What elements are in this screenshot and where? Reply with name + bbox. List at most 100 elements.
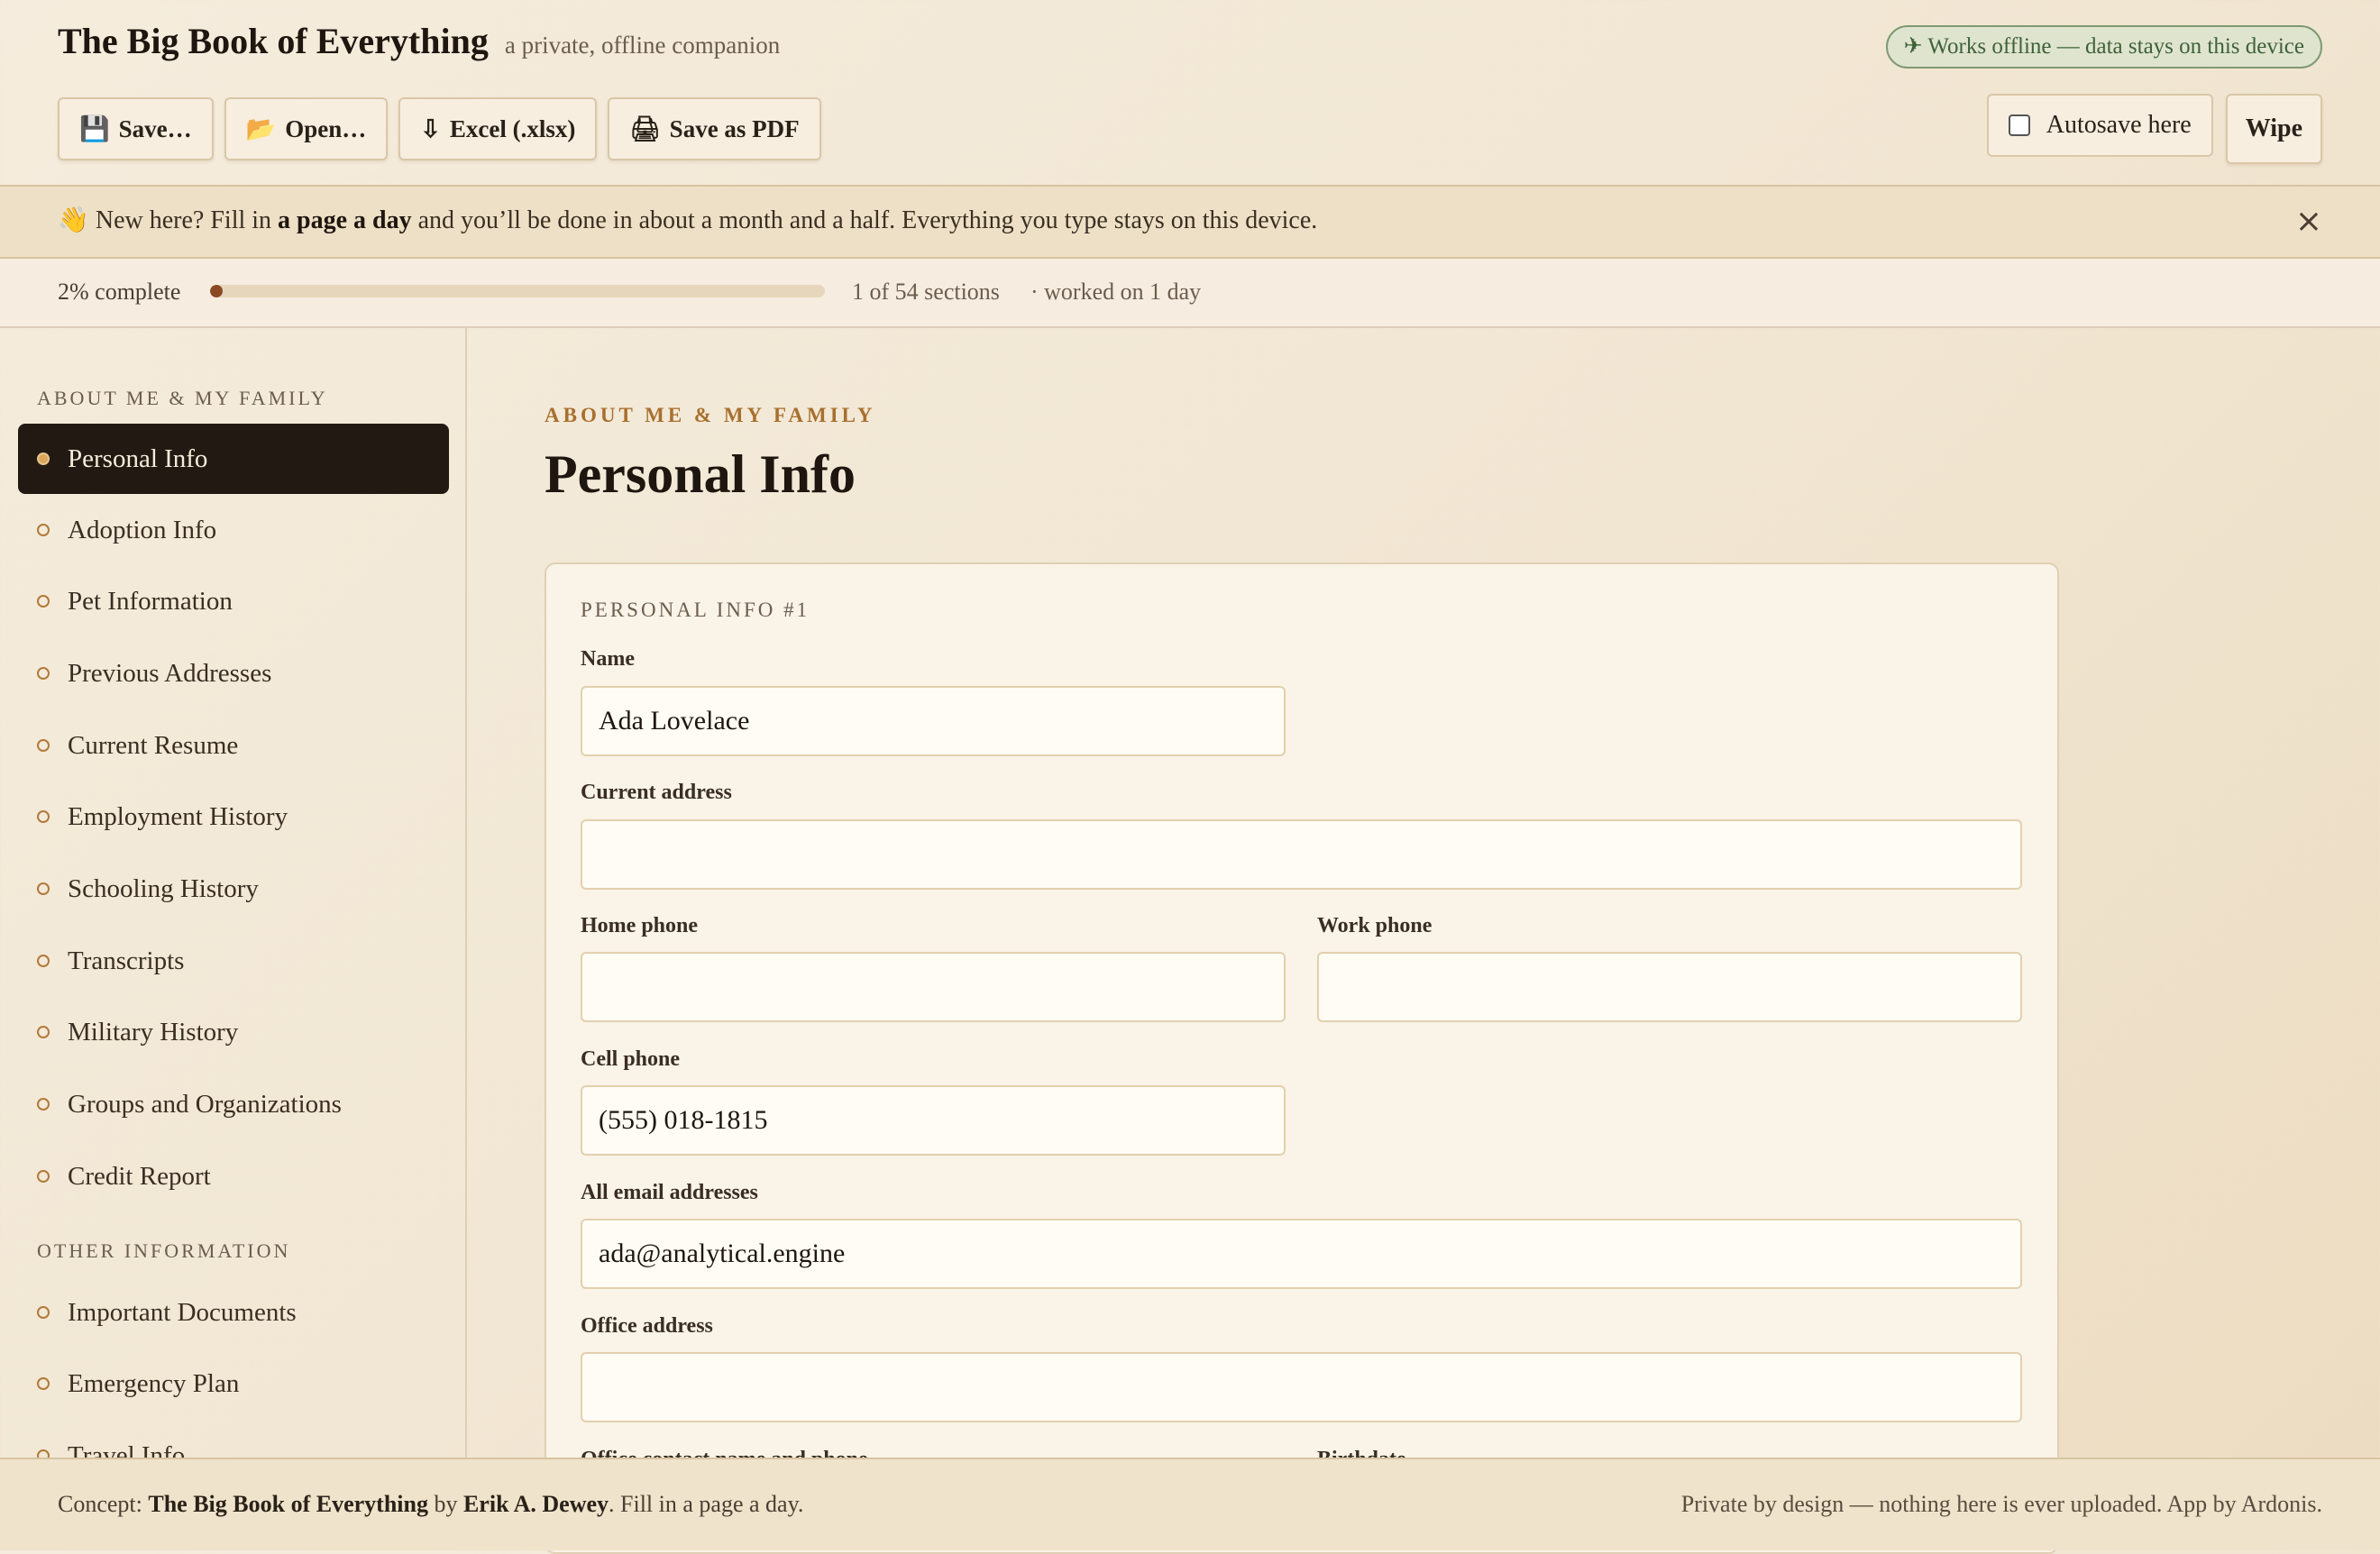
sidebar-item-label: Travel Info [68, 1440, 186, 1458]
open-button[interactable]: 📂 Open… [224, 97, 389, 160]
banner-text-before: New here? Fill in [95, 206, 279, 234]
circle-icon [37, 1170, 50, 1183]
sidebar-item-label: Transcripts [68, 946, 185, 975]
sidebar-item-label: Personal Info [68, 443, 208, 473]
circle-icon [37, 739, 50, 752]
sidebar-item-emergency-plan[interactable]: Emergency Plan [18, 1348, 449, 1419]
app-subtitle: a private, offline companion [504, 32, 781, 59]
sidebar-item-label: Pet Information [68, 586, 233, 616]
autosave-checkbox[interactable] [2008, 114, 2030, 136]
sidebar-item-schooling-history[interactable]: Schooling History [18, 854, 449, 924]
footer-suffix: . Fill in a page a day. [609, 1491, 804, 1517]
sidebar-group-title: ABOUT ME & MY FAMILY [37, 387, 328, 409]
offline-status-badge: ✈ Works offline — data stays on this dev… [1885, 25, 2322, 69]
app-title: The Big Book of Everything [58, 21, 489, 61]
app-footer: Concept: The Big Book of Everything by E… [0, 1458, 2380, 1550]
save-pdf-label: Save as PDF [669, 114, 800, 142]
sidebar-item-pet-information[interactable]: Pet Information [18, 566, 449, 636]
sidebar-item-adoption-info[interactable]: Adoption Info [18, 495, 449, 565]
right-tools: Autosave here Wipe [1986, 94, 2322, 164]
work-phone-input[interactable] [1317, 952, 2022, 1022]
days-worked: · worked on 1 day [1030, 279, 1202, 305]
card-title: PERSONAL INFO #1 [581, 599, 810, 621]
app-header: The Big Book of Everything a private, of… [0, 0, 2380, 185]
download-arrow-icon: ⇩ [420, 114, 441, 142]
file-toolbar: 💾 Save… 📂 Open… ⇩ Excel (.xlsx) 🖨 Save a… [58, 97, 821, 160]
printer-icon: 🖨 [629, 115, 661, 142]
sidebar-item-label: Current Resume [68, 730, 239, 760]
circle-icon [37, 667, 50, 680]
save-button-label: Save… [118, 114, 192, 142]
section-kicker: ABOUT ME & MY FAMILY [545, 404, 876, 426]
sidebar-item-military-history[interactable]: Military History [18, 997, 449, 1067]
office-address-label: Office address [581, 1314, 713, 1338]
welcome-message: 👋 New here? Fill in a page a day and you… [58, 205, 1317, 235]
open-folder-icon: 📂 [245, 115, 277, 142]
footer-by: by [427, 1491, 463, 1517]
wave-emoji-icon: 👋 [58, 206, 89, 234]
sidebar-item-label: Previous Addresses [68, 658, 272, 688]
sidebar-item-label: Schooling History [68, 873, 259, 903]
sidebar-item-credit-report[interactable]: Credit Report [18, 1141, 449, 1211]
circle-icon [37, 524, 50, 536]
home-phone-label: Home phone [581, 914, 699, 937]
sidebar-item-label: Emergency Plan [68, 1368, 240, 1398]
sidebar-item-employment-history[interactable]: Employment History [18, 782, 449, 852]
home-phone-input[interactable] [581, 952, 1286, 1022]
sidebar-item-travel-info[interactable]: Travel Info [18, 1421, 449, 1458]
sidebar-item-current-resume[interactable]: Current Resume [18, 710, 449, 781]
current-address-label: Current address [581, 781, 732, 804]
wipe-button[interactable]: Wipe [2225, 94, 2322, 164]
cell-phone-label: Cell phone [581, 1047, 681, 1071]
footer-concept-prefix: Concept: [58, 1491, 149, 1517]
sidebar-item-groups-and-organizations[interactable]: Groups and Organizations [18, 1069, 449, 1139]
emails-label: All email addresses [581, 1181, 758, 1204]
excel-export-button[interactable]: ⇩ Excel (.xlsx) [398, 97, 598, 160]
sidebar-item-label: Groups and Organizations [68, 1089, 342, 1119]
percent-complete: 2% complete [58, 279, 181, 305]
footer-credit: Concept: The Big Book of Everything by E… [58, 1491, 803, 1518]
close-icon[interactable]: × [2295, 203, 2322, 240]
circle-icon [37, 595, 50, 608]
open-button-label: Open… [285, 114, 367, 142]
sidebar: ABOUT ME & MY FAMILY Personal Info Adopt… [0, 328, 467, 1458]
welcome-banner: 👋 New here? Fill in a page a day and you… [0, 185, 2380, 259]
office-address-input[interactable] [581, 1352, 2022, 1422]
progress-bar [210, 285, 825, 297]
name-label: Name [581, 647, 635, 671]
footer-author: Erik A. Dewey [462, 1491, 609, 1517]
sidebar-item-personal-info[interactable]: Personal Info [18, 424, 449, 494]
circle-icon [37, 1449, 50, 1458]
sidebar-item-transcripts[interactable]: Transcripts [18, 926, 449, 996]
current-address-input[interactable] [581, 819, 2022, 890]
sidebar-item-previous-addresses[interactable]: Previous Addresses [18, 638, 449, 708]
brand: The Big Book of Everything a private, of… [58, 20, 780, 62]
footer-book-title: The Big Book of Everything [148, 1491, 428, 1517]
footer-privacy-note: Private by design — nothing here is ever… [1680, 1491, 2322, 1517]
banner-text-bold: a page a day [278, 206, 412, 234]
sidebar-item-label: Credit Report [68, 1161, 211, 1191]
sidebar-item-important-documents[interactable]: Important Documents [18, 1277, 449, 1348]
circle-icon [37, 1377, 50, 1390]
work-phone-label: Work phone [1317, 914, 1433, 937]
circle-icon [37, 1306, 50, 1319]
autosave-label: Autosave here [2046, 111, 2192, 139]
emails-input[interactable] [581, 1219, 2022, 1289]
sidebar-item-label: Important Documents [68, 1297, 297, 1327]
name-input[interactable] [581, 686, 1286, 756]
active-dot-icon [37, 452, 50, 465]
cell-phone-input[interactable] [581, 1085, 1286, 1156]
autosave-toggle[interactable]: Autosave here [1986, 94, 2213, 157]
sidebar-item-label: Adoption Info [68, 515, 217, 544]
circle-icon [37, 1098, 50, 1111]
progress-row: 2% complete 1 of 54 sections · worked on… [0, 259, 2380, 328]
circle-icon [37, 810, 50, 823]
sidebar-item-label: Employment History [68, 801, 288, 831]
circle-icon [37, 955, 50, 967]
save-button[interactable]: 💾 Save… [58, 97, 214, 160]
save-pdf-button[interactable]: 🖨 Save as PDF [608, 97, 821, 160]
page-title: Personal Info [545, 444, 856, 504]
sidebar-item-label: Military History [68, 1017, 239, 1047]
banner-text-after: and you’ll be done in about a month and … [411, 206, 1318, 234]
progress-bar-fill [210, 285, 223, 297]
